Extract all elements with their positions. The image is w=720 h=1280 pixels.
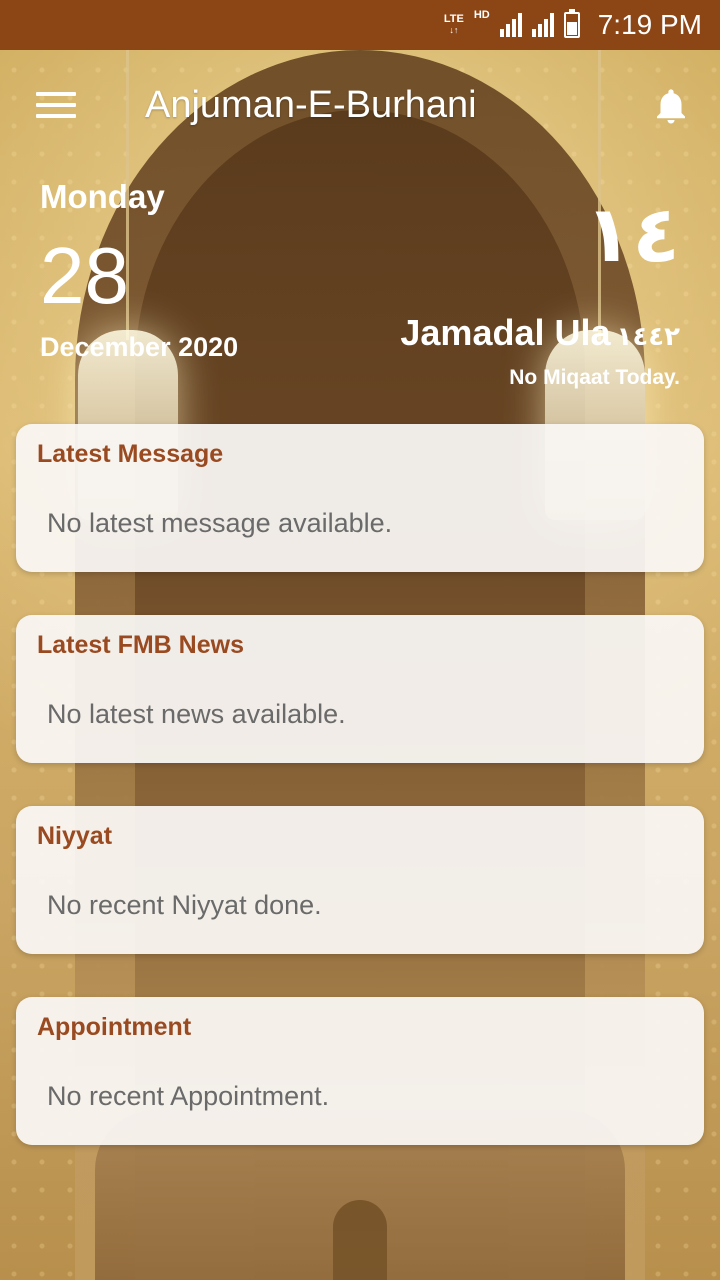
card-body: No recent Niyyat done. <box>47 890 322 920</box>
card-body: No latest message available. <box>47 508 393 538</box>
latest-fmb-news-card[interactable]: Latest FMB News No latest news available… <box>16 615 704 763</box>
signal-icon-2 <box>531 13 554 37</box>
card-body: No recent Appointment. <box>47 1081 330 1111</box>
miqaat-status: No Miqaat Today. <box>509 366 680 389</box>
niyyat-card[interactable]: Niyyat No recent Niyyat done. <box>16 806 704 954</box>
network-indicator: LTE ↓↑ <box>443 13 464 36</box>
card-body: No latest news available. <box>47 699 346 729</box>
status-bar: LTE ↓↑ HD 7:19 PM <box>0 0 720 50</box>
clock: 7:19 PM <box>597 9 702 40</box>
gregorian-day-number: 28 <box>40 231 129 320</box>
battery-icon <box>563 9 580 38</box>
hd-indicator: HD <box>473 9 490 21</box>
appointment-card[interactable]: Appointment No recent Appointment. <box>16 997 704 1145</box>
hijri-day-number: ١٤ <box>584 190 680 280</box>
latest-message-card[interactable]: Latest Message No latest message availab… <box>16 424 704 572</box>
card-title: Latest FMB News <box>37 631 244 659</box>
card-title: Appointment <box>37 1013 192 1041</box>
hamburger-menu-icon[interactable] <box>36 92 76 122</box>
card-title: Latest Message <box>37 440 224 468</box>
app-title: Anjuman-E-Burhani <box>145 84 477 126</box>
hijri-year: ١٤٤٢ <box>616 322 680 352</box>
hijri-month: Jamadal Ula <box>400 312 611 353</box>
hijri-month-year: Jamadal Ula ١٤٤٢ <box>400 312 680 354</box>
card-title: Niyyat <box>37 822 113 850</box>
gregorian-month-year: December 2020 <box>40 332 239 362</box>
gregorian-day-name: Monday <box>40 178 165 215</box>
signal-icon <box>499 13 522 37</box>
bell-icon[interactable] <box>650 84 692 128</box>
